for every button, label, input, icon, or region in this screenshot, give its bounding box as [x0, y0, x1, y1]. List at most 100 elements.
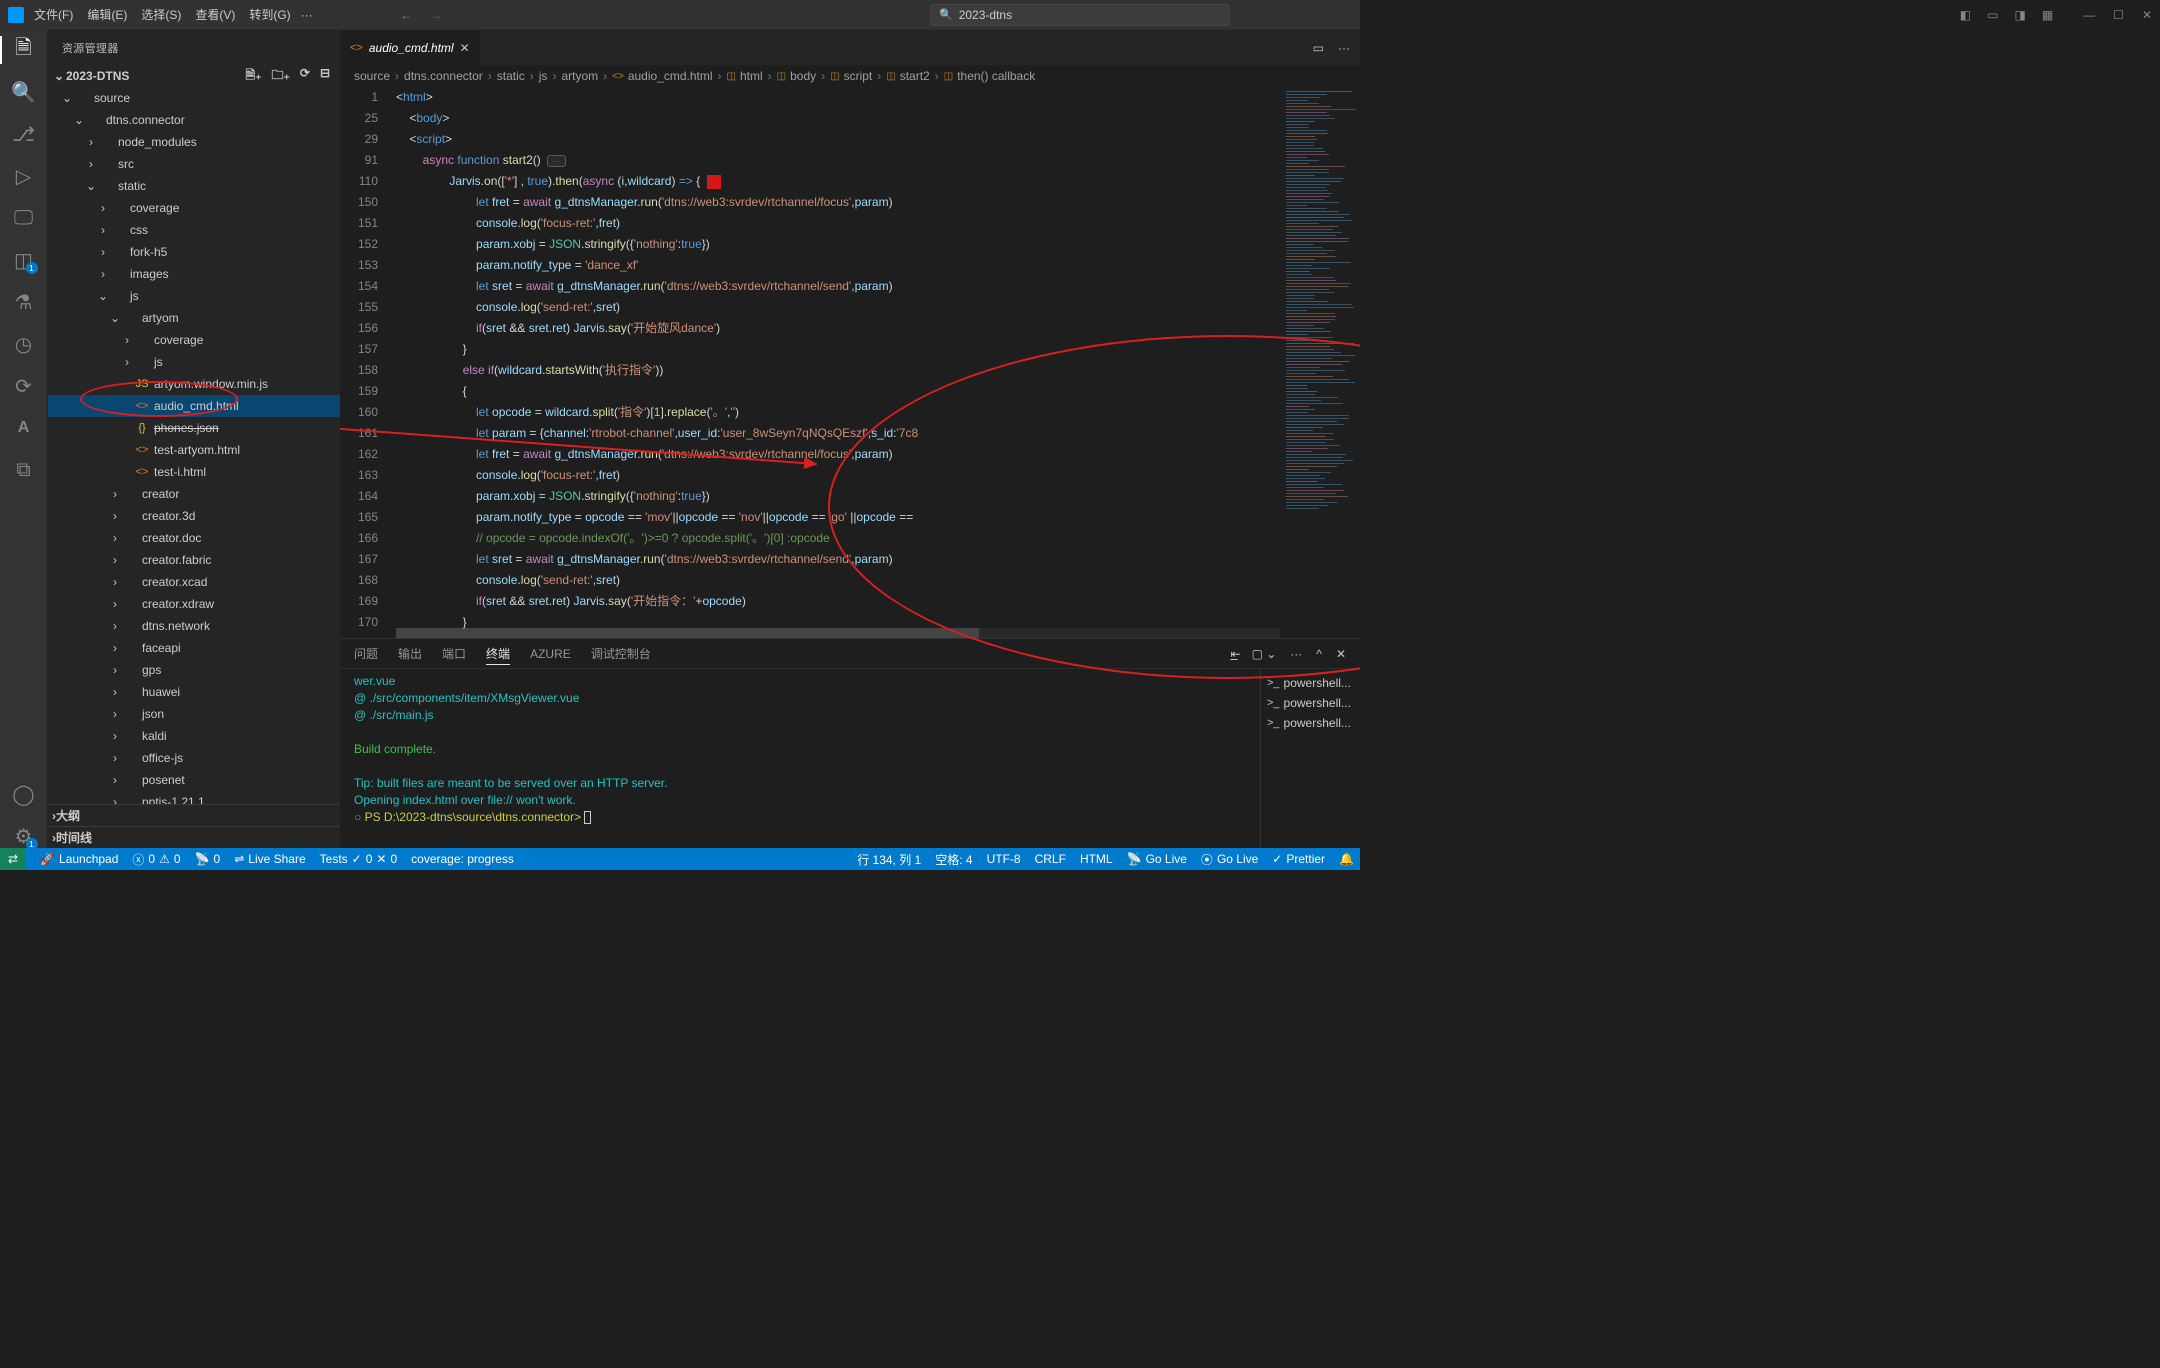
breadcrumb-item[interactable]: html — [740, 69, 763, 83]
panel-nav-icon[interactable]: ⇤ — [1231, 647, 1238, 661]
breadcrumb-item[interactable]: dtns.connector — [404, 69, 483, 83]
file-tree[interactable]: ⌄source⌄dtns.connector›node_modules›src⌄… — [48, 87, 340, 804]
activity-vscode-icon[interactable]: ⧉ — [12, 458, 36, 482]
breadcrumb-item[interactable]: audio_cmd.html — [628, 69, 713, 83]
file-item[interactable]: <>test-i.html — [48, 461, 340, 483]
breadcrumb[interactable]: source›dtns.connector›static›js›artyom›<… — [340, 65, 1360, 87]
terminal-session[interactable]: >_powershell... — [1267, 673, 1354, 693]
layout-panel-icon[interactable]: ▭ — [1987, 8, 1998, 22]
folder-item[interactable]: ›pptjs-1.21.1 — [48, 791, 340, 804]
activity-extensions-icon[interactable]: ◫1 — [12, 248, 36, 272]
breadcrumb-item[interactable]: start2 — [900, 69, 930, 83]
timeline-section[interactable]: ›时间线 — [48, 826, 340, 848]
terminal-sessions[interactable]: >_powershell...>_powershell...>_powershe… — [1260, 669, 1360, 848]
folder-item[interactable]: ⌄source — [48, 87, 340, 109]
menu-edit[interactable]: 编辑(E) — [87, 6, 127, 23]
terminal-session[interactable]: >_powershell... — [1267, 693, 1354, 713]
code-content[interactable]: <html> <body> <script> async function st… — [396, 87, 1360, 638]
activity-azure-icon[interactable]: ⟳ — [12, 374, 36, 398]
new-terminal-icon[interactable]: ▢ ⌄ — [1252, 647, 1277, 661]
folder-item[interactable]: ›creator.doc — [48, 527, 340, 549]
file-item[interactable]: JSartyom.window.min.js — [48, 373, 340, 395]
folder-item[interactable]: ›creator.3d — [48, 505, 340, 527]
folder-item[interactable]: ›faceapi — [48, 637, 340, 659]
horizontal-scrollbar[interactable] — [396, 628, 1280, 638]
status-golive1[interactable]: 📡 Go Live — [1127, 852, 1187, 866]
folder-item[interactable]: ›huawei — [48, 681, 340, 703]
status-prettier[interactable]: ✓ Prettier — [1272, 852, 1325, 866]
folder-item[interactable]: ›js — [48, 351, 340, 373]
folder-item[interactable]: ›images — [48, 263, 340, 285]
status-liveshare[interactable]: ⇌ Live Share — [234, 852, 305, 866]
panel-tab-azure[interactable]: AZURE — [530, 645, 571, 663]
panel-more-icon[interactable]: ··· — [1290, 647, 1302, 661]
layout-customize-icon[interactable]: ▦ — [2042, 8, 2053, 22]
folder-item[interactable]: ›css — [48, 219, 340, 241]
file-item[interactable]: <>audio_cmd.html — [48, 395, 340, 417]
breadcrumb-item[interactable]: script — [844, 69, 873, 83]
activity-explorer-icon[interactable]: 🗎 — [12, 38, 36, 62]
new-folder-icon[interactable]: 🗀₊ — [272, 66, 290, 87]
folder-item[interactable]: ›creator.fabric — [48, 549, 340, 571]
command-center[interactable]: 🔍 2023-dtns — [930, 4, 1230, 26]
minimap[interactable] — [1280, 87, 1360, 638]
activity-remote-icon[interactable]: 🖵 — [12, 206, 36, 230]
panel-tab-terminal[interactable]: 终端 — [486, 643, 510, 665]
panel-tab-output[interactable]: 输出 — [398, 643, 422, 664]
folder-item[interactable]: ›dtns.network — [48, 615, 340, 637]
breadcrumb-item[interactable]: static — [497, 69, 525, 83]
folder-item[interactable]: ›creator.xdraw — [48, 593, 340, 615]
activity-test-icon[interactable]: ⚗ — [12, 290, 36, 314]
tab-audio-cmd[interactable]: <> audio_cmd.html ✕ — [340, 30, 481, 65]
layout-secondary-icon[interactable]: ◨ — [2014, 8, 2025, 22]
folder-item[interactable]: ›fork-h5 — [48, 241, 340, 263]
panel-close-icon[interactable]: ✕ — [1336, 647, 1346, 661]
panel-tab-ports[interactable]: 端口 — [442, 643, 466, 664]
menu-overflow[interactable]: ··· — [301, 8, 313, 22]
panel-tab-debug[interactable]: 调试控制台 — [591, 643, 651, 664]
collapse-icon[interactable]: ⊟ — [320, 66, 330, 87]
activity-debug-icon[interactable]: ▷ — [12, 164, 36, 188]
status-coverage[interactable]: coverage: progress — [411, 852, 514, 866]
status-tests[interactable]: Tests ✓ 0 ✕ 0 — [320, 852, 398, 866]
breadcrumb-item[interactable]: artyom — [561, 69, 598, 83]
menu-view[interactable]: 查看(V) — [195, 6, 235, 23]
menu-goto[interactable]: 转到(G) — [249, 6, 290, 23]
refresh-icon[interactable]: ⟳ — [300, 66, 310, 87]
file-item[interactable]: <>test-artyom.html — [48, 439, 340, 461]
folder-item[interactable]: ›creator — [48, 483, 340, 505]
new-file-icon[interactable]: 🗎₊ — [246, 66, 262, 87]
folder-item[interactable]: ⌄js — [48, 285, 340, 307]
outline-section[interactable]: ›大纲 — [48, 804, 340, 826]
menu-file[interactable]: 文件(F) — [34, 6, 73, 23]
nav-forward-icon[interactable]: → — [430, 8, 442, 22]
nav-back-icon[interactable]: ← — [400, 8, 412, 22]
folder-item[interactable]: ›coverage — [48, 329, 340, 351]
status-encoding[interactable]: UTF-8 — [987, 852, 1021, 866]
activity-timeline-icon[interactable]: ◷ — [12, 332, 36, 356]
status-stream[interactable]: 📡 0 — [195, 852, 221, 866]
activity-settings-icon[interactable]: ⚙1 — [12, 824, 36, 848]
status-launchpad[interactable]: 🚀 Launchpad — [40, 852, 118, 866]
activity-a-icon[interactable]: A — [12, 416, 36, 440]
folder-item[interactable]: ›posenet — [48, 769, 340, 791]
status-language[interactable]: HTML — [1080, 852, 1113, 866]
folder-item[interactable]: ⌄artyom — [48, 307, 340, 329]
status-eol[interactable]: CRLF — [1035, 852, 1066, 866]
folder-item[interactable]: ›kaldi — [48, 725, 340, 747]
breadcrumb-item[interactable]: then() callback — [957, 69, 1035, 83]
editor-body[interactable]: 1252991110150151152153154155156157158159… — [340, 87, 1360, 638]
panel-maximize-icon[interactable]: ^ — [1316, 647, 1322, 661]
split-editor-icon[interactable]: ▭ — [1313, 41, 1324, 55]
breadcrumb-item[interactable]: body — [790, 69, 816, 83]
activity-scm-icon[interactable]: ⎇ — [12, 122, 36, 146]
breadcrumb-item[interactable]: source — [354, 69, 390, 83]
terminal-session[interactable]: >_powershell... — [1267, 713, 1354, 733]
file-item[interactable]: {}phones.json — [48, 417, 340, 439]
breadcrumb-item[interactable]: js — [539, 69, 548, 83]
folder-item[interactable]: ›gps — [48, 659, 340, 681]
folder-item[interactable]: ›src — [48, 153, 340, 175]
folder-item[interactable]: ›json — [48, 703, 340, 725]
tab-close-icon[interactable]: ✕ — [460, 41, 470, 55]
project-section[interactable]: ⌄ 2023-DTNS 🗎₊ 🗀₊ ⟳ ⊟ — [48, 65, 340, 87]
